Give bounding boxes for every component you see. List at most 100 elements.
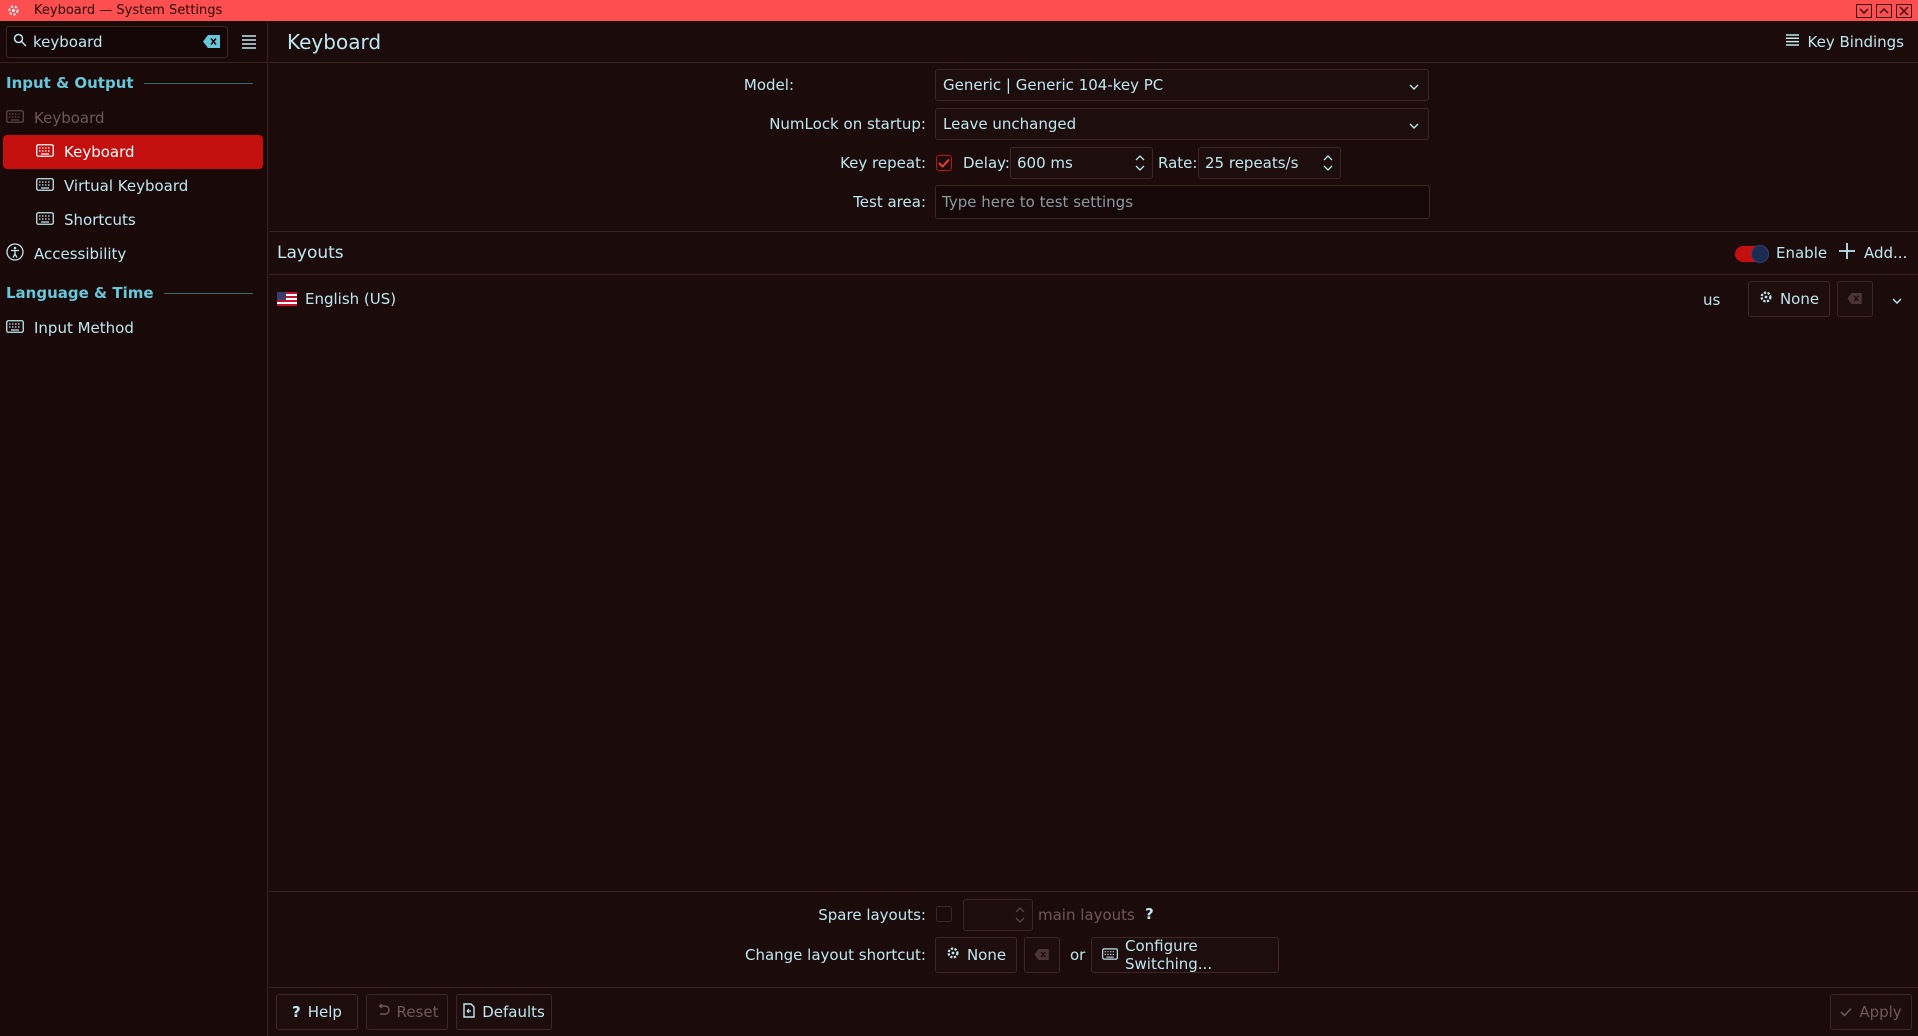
sidebar-item-label: Input Method <box>34 319 134 337</box>
sidebar-item-label: Shortcuts <box>64 211 136 229</box>
numlock-label: NumLock on startup: <box>769 115 926 133</box>
key-bindings-button[interactable]: Key Bindings <box>1785 21 1904 63</box>
keyboard-icon <box>6 109 24 127</box>
window-title: Keyboard — System Settings <box>34 3 223 18</box>
rate-spinbox[interactable]: 25 repeats/s <box>1198 147 1341 179</box>
or-label: or <box>1070 946 1086 964</box>
configure-switching-label: Configure Switching... <box>1125 937 1213 973</box>
rate-value: 25 repeats/s <box>1205 154 1299 172</box>
delay-label: Delay: <box>963 154 1010 172</box>
keyboard-icon <box>6 319 24 337</box>
test-area-label: Test area: <box>853 193 926 211</box>
close-icon[interactable] <box>1896 3 1912 18</box>
category-divider <box>163 292 253 294</box>
sidebar-item-shortcuts[interactable]: Shortcuts <box>0 203 267 237</box>
search-field[interactable] <box>6 25 228 58</box>
numlock-combobox[interactable]: Leave unchanged <box>935 108 1429 140</box>
layouts-header: Layouts Enable Add... <box>269 231 1918 275</box>
layout-name: English (US) <box>305 290 397 308</box>
category-divider <box>143 82 253 84</box>
layout-code: us <box>1703 291 1721 309</box>
reset-button[interactable]: Reset <box>366 994 448 1030</box>
window-titlebar: Keyboard — System Settings <box>0 0 1918 21</box>
add-layout-button[interactable]: Add... <box>1838 242 1907 264</box>
key-repeat-label: Key repeat: <box>840 154 926 172</box>
toggle-knob <box>1751 245 1769 263</box>
delay-spinbox[interactable]: 600 ms <box>1010 147 1153 179</box>
keyboard-icon <box>1102 946 1118 964</box>
category-language-time: Language & Time <box>0 275 267 311</box>
sidebar-item-keyboard[interactable]: Keyboard <box>3 135 263 169</box>
clear-shortcut-button[interactable] <box>1837 281 1873 317</box>
chevron-down-icon <box>1408 79 1420 91</box>
configure-switching-button[interactable]: Configure Switching... <box>1091 937 1279 973</box>
sidebar-item-virtual-keyboard[interactable]: Virtual Keyboard <box>0 169 267 203</box>
change-shortcut-button[interactable]: None <box>935 937 1017 973</box>
accessibility-icon <box>6 243 24 265</box>
test-area-field[interactable] <box>935 185 1430 219</box>
window-controls <box>1856 0 1912 21</box>
help-label: Help <box>307 1003 342 1021</box>
shortcut-value: None <box>966 946 1007 964</box>
keyboard-icon <box>36 143 54 161</box>
help-question-icon[interactable]: ? <box>1145 905 1154 923</box>
defaults-label: Defaults <box>482 1003 545 1021</box>
plus-icon <box>1838 242 1856 264</box>
spin-arrows-icon[interactable] <box>1134 151 1146 175</box>
apply-button[interactable]: Apply <box>1830 994 1912 1030</box>
spare-count-spinbox[interactable] <box>963 899 1033 931</box>
model-value: Generic | Generic 104-key PC <box>943 76 1164 94</box>
minimize-icon[interactable] <box>1856 3 1872 18</box>
sidebar: Input & Output Keyboard Keyboard Virtual… <box>0 21 268 1036</box>
layout-row[interactable]: English (US) us None <box>269 276 1918 322</box>
gear-icon <box>6 4 20 18</box>
spare-layouts-section: Spare layouts: main layouts ? Change lay… <box>269 891 1918 987</box>
test-area-input[interactable] <box>942 193 1423 211</box>
apply-label: Apply <box>1859 1003 1902 1021</box>
key-bindings-label: Key Bindings <box>1807 33 1904 51</box>
layouts-title: Layouts <box>277 243 344 263</box>
us-flag-icon <box>277 292 297 310</box>
maximize-icon[interactable] <box>1876 3 1892 18</box>
sidebar-item-accessibility[interactable]: Accessibility <box>0 237 267 271</box>
search-input[interactable] <box>33 32 197 51</box>
hamburger-menu-icon[interactable] <box>240 33 258 51</box>
numlock-value: Leave unchanged <box>943 115 1077 133</box>
keyboard-icon <box>36 211 54 229</box>
document-icon <box>463 1002 475 1022</box>
key-repeat-checkbox[interactable] <box>936 155 952 171</box>
spare-layouts-checkbox[interactable] <box>936 906 952 922</box>
enable-layouts-toggle[interactable] <box>1735 245 1769 263</box>
search-row <box>0 21 267 63</box>
search-icon <box>13 33 27 51</box>
delay-value: 600 ms <box>1017 154 1073 172</box>
enable-label: Enable <box>1776 244 1828 262</box>
spin-arrows-icon[interactable] <box>1014 903 1026 927</box>
list-icon <box>1785 33 1800 51</box>
chevron-down-icon[interactable] <box>1891 293 1903 311</box>
defaults-button[interactable]: Defaults <box>456 994 552 1030</box>
clear-search-icon[interactable] <box>203 35 221 49</box>
layout-shortcut-button[interactable]: None <box>1748 281 1830 317</box>
reset-label: Reset <box>396 1003 439 1021</box>
undo-icon <box>376 1003 390 1021</box>
model-combobox[interactable]: Generic | Generic 104-key PC <box>935 69 1429 101</box>
sidebar-item-keyboard-parent[interactable]: Keyboard <box>0 101 267 135</box>
keyboard-icon <box>36 177 54 195</box>
main-content: Keyboard Key Bindings Model: Generic | G… <box>269 21 1918 1036</box>
shortcut-value: None <box>1779 290 1820 308</box>
sidebar-item-label: Accessibility <box>34 245 127 263</box>
checkmark-icon <box>1840 1003 1852 1021</box>
gear-icon <box>946 946 960 964</box>
gear-icon <box>1759 290 1773 308</box>
page-title: Keyboard <box>287 29 382 54</box>
rate-label: Rate: <box>1158 154 1198 172</box>
spin-arrows-icon[interactable] <box>1322 151 1334 175</box>
change-shortcut-label: Change layout shortcut: <box>744 946 926 964</box>
sidebar-item-input-method[interactable]: Input Method <box>0 311 267 345</box>
category-label: Input & Output <box>6 74 134 92</box>
sidebar-item-label: Keyboard <box>34 109 105 127</box>
help-button[interactable]: ? Help <box>276 994 358 1030</box>
category-input-output: Input & Output <box>0 65 267 101</box>
clear-change-shortcut-button[interactable] <box>1024 937 1060 973</box>
